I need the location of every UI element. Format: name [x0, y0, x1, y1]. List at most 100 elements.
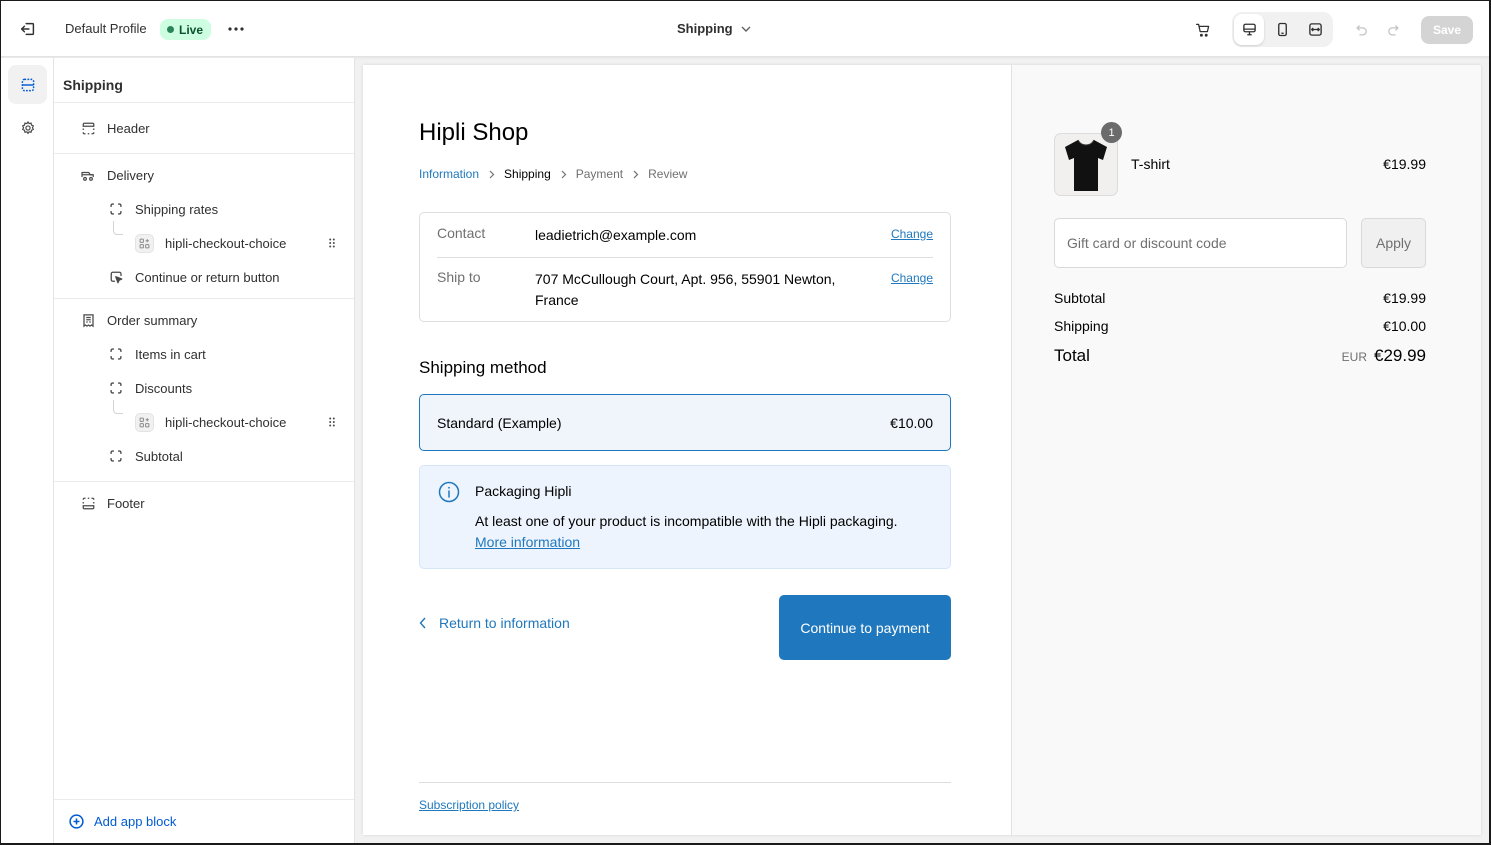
- tree-connector: [113, 221, 123, 235]
- sidebar-item-label: Order summary: [107, 312, 198, 328]
- more-actions-button[interactable]: [225, 18, 247, 40]
- app-window: Default Profile Live Shipping Save Shipp…: [1, 1, 1489, 843]
- sidebar-item-shipping-rates[interactable]: Shipping rates: [108, 198, 218, 220]
- product-price: €19.99: [1383, 156, 1426, 172]
- sections-sidebar: Shipping Header Delivery Shipping rates …: [54, 58, 355, 843]
- subscription-policy-link[interactable]: Subscription policy: [419, 798, 519, 812]
- shipping-row: Shipping €10.00: [1054, 318, 1426, 334]
- return-to-information-link[interactable]: Return to information: [419, 615, 570, 631]
- desktop-view-button[interactable]: [1234, 14, 1265, 45]
- exit-icon: [20, 22, 35, 36]
- redo-button[interactable]: [1383, 20, 1403, 40]
- shipping-method-option[interactable]: Standard (Example) €10.00: [419, 394, 951, 451]
- more-information-link[interactable]: More information: [475, 534, 580, 550]
- sidebar-item-label: Continue or return button: [135, 269, 280, 285]
- sidebar-item-app-block[interactable]: hipli-checkout-choice: [135, 232, 286, 254]
- subtotal-value: €19.99: [1383, 290, 1426, 306]
- undo-icon: [1356, 25, 1367, 36]
- notice-body: At least one of your product is incompat…: [475, 511, 935, 553]
- sidebar-item-subtotal[interactable]: Subtotal: [108, 445, 183, 467]
- sidebar-item-order-summary[interactable]: Order summary: [80, 309, 197, 331]
- expand-width-icon: [1309, 23, 1323, 36]
- cart-icon: [1195, 23, 1210, 37]
- footer-icon: [80, 495, 96, 511]
- sidebar-item-label: Shipping rates: [135, 201, 219, 217]
- change-contact-link[interactable]: Change: [891, 227, 933, 241]
- editor-rail: [1, 58, 54, 843]
- sidebar-item-items-in-cart[interactable]: Items in cart: [108, 343, 206, 365]
- page-selector[interactable]: Shipping: [677, 21, 751, 36]
- save-button[interactable]: Save: [1421, 16, 1473, 44]
- app-block-icon: [135, 233, 154, 253]
- chevron-left-icon: [419, 617, 426, 629]
- checkout-main: Hipli Shop Information Shipping Payment …: [363, 65, 1011, 835]
- quantity-badge: 1: [1101, 122, 1122, 143]
- cursor-icon: [108, 269, 124, 285]
- total-row: Total EUR €29.99: [1054, 346, 1426, 366]
- sidebar-item-continue-return[interactable]: Continue or return button: [108, 266, 280, 288]
- sidebar-item-header[interactable]: Header: [80, 117, 150, 139]
- add-app-block-button[interactable]: Add app block: [68, 813, 176, 830]
- contact-label: Contact: [437, 225, 486, 241]
- header-icon: [80, 120, 96, 136]
- subtotal-row: Subtotal €19.99: [1054, 290, 1426, 306]
- divider: [419, 782, 951, 783]
- sidebar-item-label: Discounts: [135, 380, 193, 396]
- sections-tab[interactable]: [8, 65, 47, 104]
- breadcrumb: Information Shipping Payment Review: [419, 167, 687, 181]
- full-width-view-button[interactable]: [1301, 14, 1331, 45]
- total-label: Total: [1054, 346, 1090, 365]
- block-icon: [108, 346, 124, 362]
- drag-handle[interactable]: [327, 236, 337, 250]
- divider: [54, 481, 354, 482]
- divider: [54, 799, 354, 800]
- block-icon: [108, 201, 124, 217]
- breadcrumb-payment: Payment: [575, 167, 624, 181]
- total-value: €29.99: [1374, 346, 1426, 365]
- chevron-right-icon: [489, 170, 495, 179]
- apply-discount-button[interactable]: Apply: [1361, 218, 1426, 268]
- gear-icon: [21, 120, 34, 134]
- divider: [437, 257, 933, 258]
- sidebar-item-label: Subtotal: [135, 448, 183, 464]
- sidebar-item-label: hipli-checkout-choice: [165, 414, 287, 430]
- receipt-icon: [80, 312, 96, 328]
- sidebar-title: Shipping: [63, 77, 123, 93]
- breadcrumb-information[interactable]: Information: [419, 167, 479, 181]
- page-selector-label: Shipping: [677, 21, 733, 36]
- currency-code: EUR: [1341, 350, 1367, 364]
- drag-handle-icon: [329, 238, 335, 248]
- change-address-link[interactable]: Change: [891, 271, 933, 285]
- mobile-view-button[interactable]: [1267, 14, 1297, 45]
- profile-name: Default Profile: [65, 21, 147, 36]
- discount-code-input[interactable]: [1054, 218, 1347, 268]
- sidebar-item-footer[interactable]: Footer: [80, 492, 145, 514]
- sections-icon: [21, 78, 34, 91]
- sidebar-item-app-block[interactable]: hipli-checkout-choice: [135, 411, 286, 433]
- shop-name: Hipli Shop: [419, 119, 529, 146]
- product-name: T-shirt: [1131, 156, 1170, 172]
- undo-button[interactable]: [1352, 20, 1372, 40]
- drag-handle[interactable]: [327, 415, 337, 429]
- breadcrumb-shipping: Shipping: [504, 167, 551, 181]
- cart-preview-button[interactable]: [1192, 19, 1214, 41]
- breadcrumb-review: Review: [648, 167, 688, 181]
- exit-button[interactable]: [17, 18, 39, 40]
- sidebar-item-discounts[interactable]: Discounts: [108, 377, 192, 399]
- shipping-value: €10.00: [1383, 318, 1426, 334]
- mobile-icon: [1278, 22, 1287, 37]
- shipping-method-title: Shipping method: [419, 358, 547, 377]
- sidebar-item-label: Header: [107, 120, 150, 136]
- continue-to-payment-button[interactable]: Continue to payment: [779, 595, 951, 660]
- ship-to-value: 707 McCullough Court, Apt. 956, 55901 Ne…: [535, 271, 836, 308]
- drag-handle-icon: [329, 417, 335, 427]
- ellipsis-icon: [228, 27, 244, 31]
- review-block: Contact leadietrich@example.com Change S…: [419, 212, 951, 322]
- device-toggle-group: [1232, 12, 1333, 47]
- sidebar-item-label: Delivery: [107, 167, 154, 183]
- notice-text: At least one of your product is incompat…: [475, 513, 898, 529]
- settings-tab[interactable]: [8, 108, 47, 147]
- info-icon: [438, 481, 460, 503]
- sidebar-item-delivery[interactable]: Delivery: [80, 164, 154, 186]
- live-badge-label: Live: [179, 22, 204, 37]
